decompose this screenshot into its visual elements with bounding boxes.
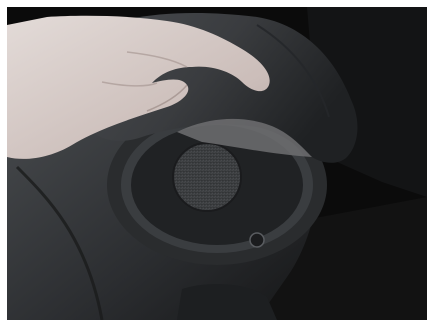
photo-illustration <box>7 7 427 320</box>
photo <box>7 7 427 320</box>
photo-frame <box>0 0 434 327</box>
speaker-grille <box>172 142 242 212</box>
bolt <box>249 232 265 248</box>
